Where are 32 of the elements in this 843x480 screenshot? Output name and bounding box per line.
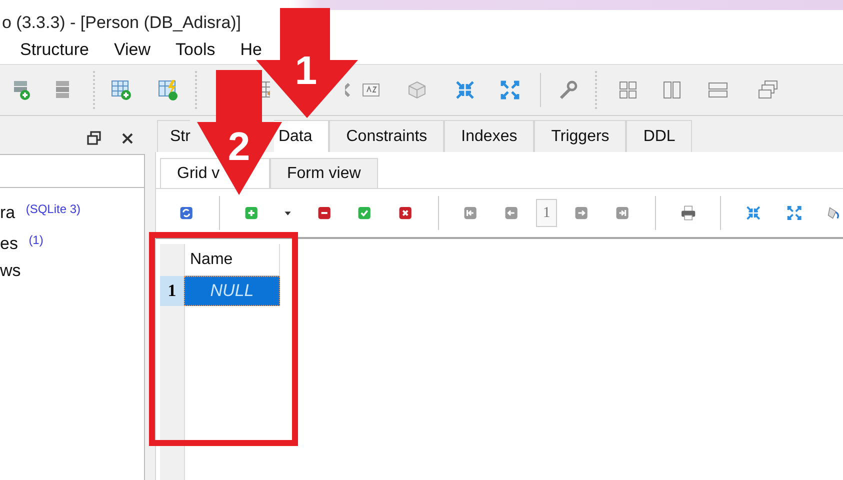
tab[interactable]: Indexes [444, 120, 534, 152]
tree-item[interactable]: ra $^{(SQLite 3)}$ [0, 196, 144, 227]
row-number: 1 [160, 276, 184, 306]
table-lightning-icon[interactable] [157, 79, 179, 101]
tab[interactable]: Constraints [329, 120, 444, 152]
table-add-icon[interactable] [110, 79, 132, 101]
caret-icon[interactable] [284, 208, 292, 218]
collapse-icon[interactable] [454, 79, 476, 101]
menu-item[interactable]: View [114, 40, 151, 60]
cascade-icon[interactable] [757, 79, 779, 101]
tab[interactable]: Str [157, 120, 190, 152]
cube-icon[interactable] [406, 79, 428, 101]
settings-icon[interactable] [557, 79, 579, 101]
close-icon[interactable] [120, 130, 135, 146]
restore-icon[interactable] [86, 130, 102, 146]
table-cell[interactable]: NULL [184, 276, 280, 306]
tree-item[interactable]: ws [0, 258, 144, 289]
page-field[interactable]: 1 [536, 199, 558, 227]
tab[interactable]: DDL [626, 120, 692, 152]
tab[interactable]: Triggers [534, 120, 626, 152]
menu-item[interactable]: Tools [176, 40, 216, 60]
filter-field[interactable] [0, 154, 145, 188]
tab[interactable]: Data [274, 120, 330, 152]
menu-item[interactable]: Structure [20, 40, 89, 60]
tile-icon[interactable] [617, 79, 639, 101]
window-title: o (3.3.3) - [Person (DB_Adisra)] [2, 13, 242, 32]
menu-item[interactable]: He [240, 40, 262, 60]
expand-icon[interactable] [499, 79, 521, 101]
tree-item[interactable]: es $^{(1)}$ [0, 227, 144, 258]
columns-icon[interactable] [661, 79, 683, 101]
view-tab[interactable]: Form view [270, 158, 378, 188]
step-number: 1 [294, 49, 318, 93]
